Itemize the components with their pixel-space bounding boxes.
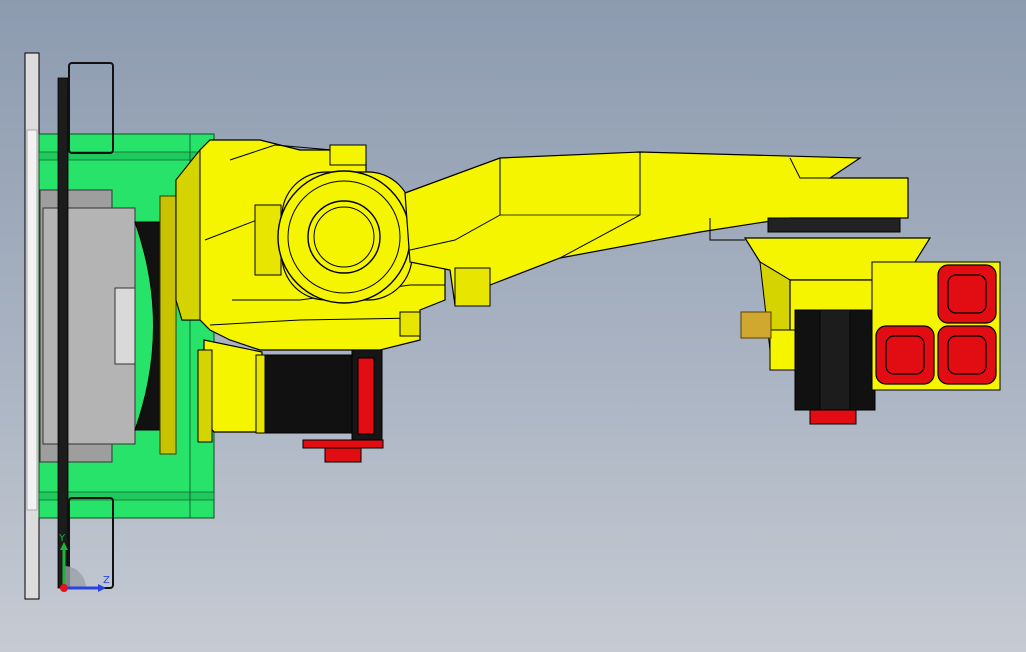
robot-model-canvas[interactable] — [0, 0, 1026, 652]
j2-joint — [277, 170, 413, 304]
wrist-motor-cap — [937, 264, 997, 324]
triad-y-label: Y — [59, 533, 66, 544]
triad-z-label: Z — [103, 575, 110, 586]
triad-origin-icon — [60, 584, 68, 592]
motor-j5 — [794, 309, 876, 425]
cad-viewport[interactable]: Y Z — [0, 0, 1026, 652]
mount-block — [39, 189, 136, 463]
wrist-motor-cap — [937, 325, 997, 385]
wall-panel — [24, 52, 40, 600]
motor-j3 — [264, 349, 384, 463]
wrist-motor-cap — [875, 325, 935, 385]
motor-cluster-wrist — [871, 261, 1001, 391]
coordinate-triad — [60, 542, 106, 592]
triad-plane-icon — [64, 566, 86, 588]
